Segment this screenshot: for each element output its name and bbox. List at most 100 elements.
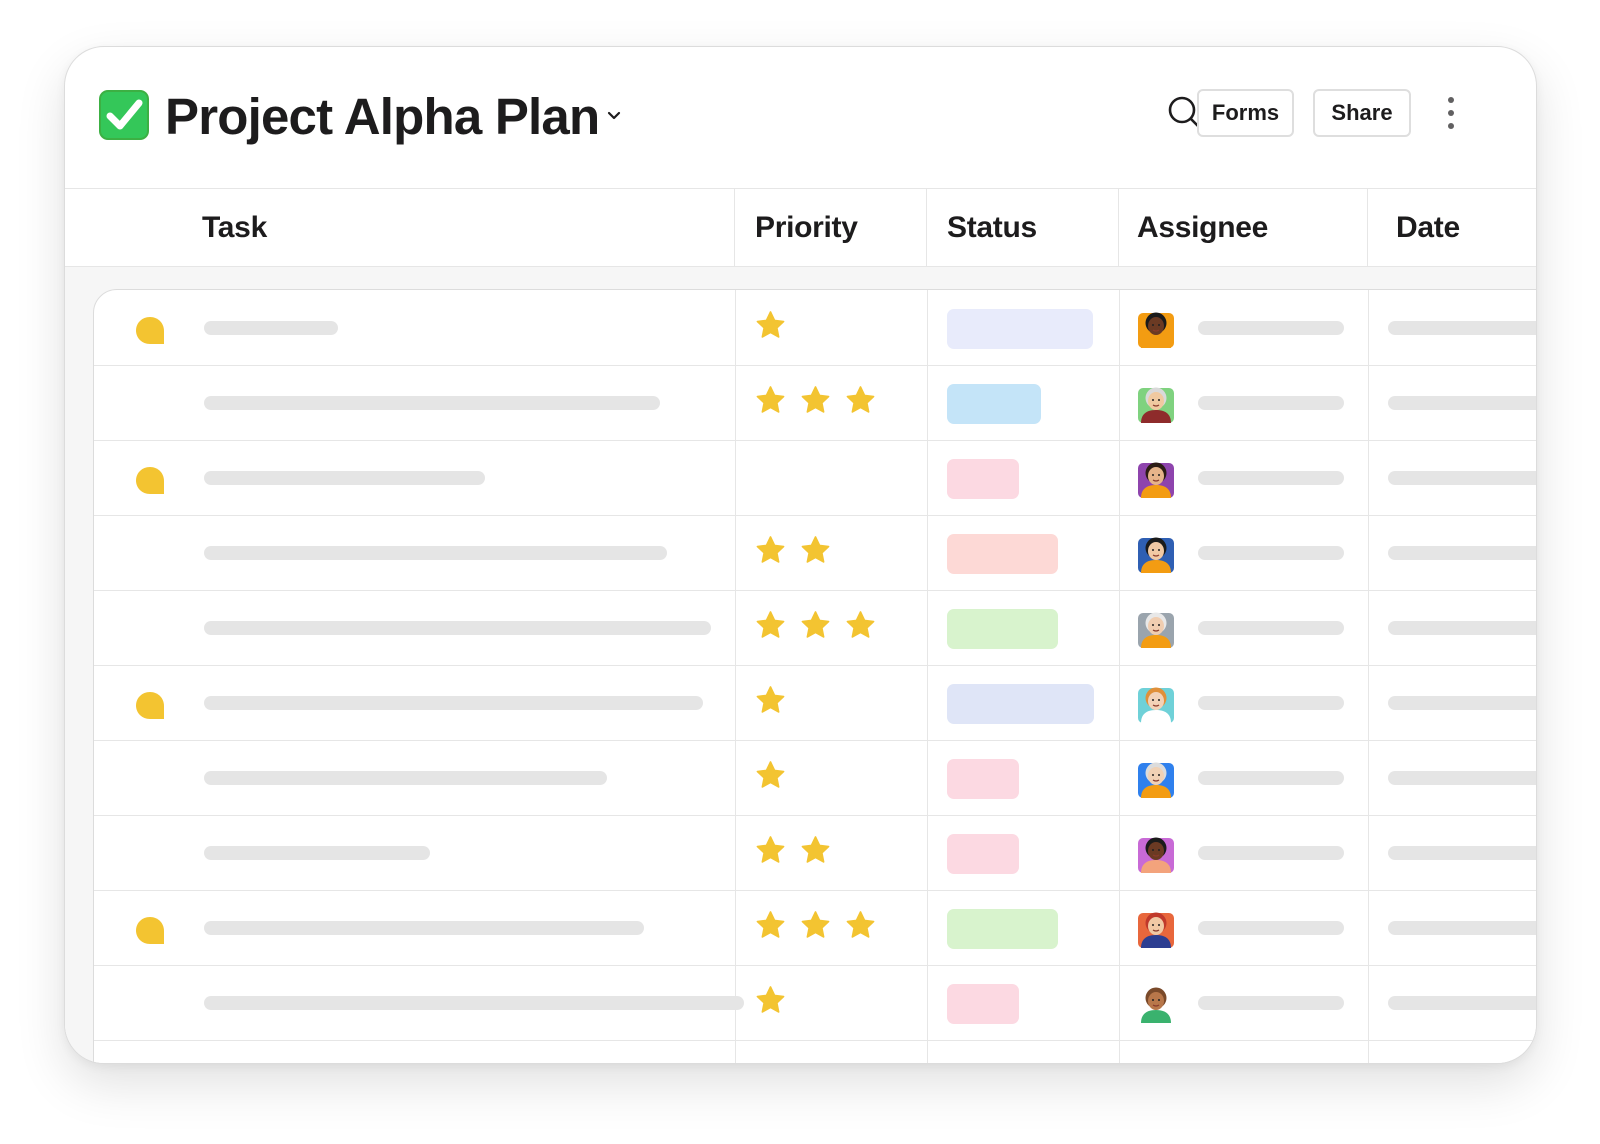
table-row[interactable] xyxy=(94,365,1536,441)
avatar[interactable] xyxy=(1137,383,1175,423)
status-pill[interactable] xyxy=(947,684,1094,724)
task-name-placeholder[interactable] xyxy=(204,696,703,710)
assignee-name-placeholder xyxy=(1198,621,1344,635)
priority-stars[interactable] xyxy=(754,909,877,945)
avatar[interactable] xyxy=(1137,533,1175,573)
status-pill[interactable] xyxy=(947,834,1019,874)
status-pill[interactable] xyxy=(947,309,1093,349)
star-icon[interactable] xyxy=(799,534,832,567)
task-name-placeholder[interactable] xyxy=(204,771,607,785)
table-row[interactable] xyxy=(94,965,1536,1041)
column-header-status[interactable]: Status xyxy=(947,211,1037,245)
column-divider[interactable] xyxy=(734,189,735,266)
comment-bubble-icon[interactable] xyxy=(134,465,166,497)
chevron-down-icon[interactable] xyxy=(606,109,622,121)
task-name-placeholder[interactable] xyxy=(204,321,338,335)
avatar[interactable] xyxy=(1137,908,1175,948)
date-placeholder[interactable] xyxy=(1388,996,1536,1010)
priority-stars[interactable] xyxy=(754,834,832,870)
status-pill[interactable] xyxy=(947,609,1058,649)
priority-stars[interactable] xyxy=(754,984,787,1020)
task-name-placeholder[interactable] xyxy=(204,921,644,935)
table-row[interactable] xyxy=(94,890,1536,966)
status-pill[interactable] xyxy=(947,759,1019,799)
date-placeholder[interactable] xyxy=(1388,396,1536,410)
star-icon[interactable] xyxy=(754,534,787,567)
priority-stars[interactable] xyxy=(754,384,877,420)
avatar[interactable] xyxy=(1137,308,1175,348)
priority-stars[interactable] xyxy=(754,684,787,720)
header: Project Alpha Plan Forms Share xyxy=(65,47,1536,192)
star-icon[interactable] xyxy=(754,609,787,642)
avatar[interactable] xyxy=(1137,833,1175,873)
star-icon[interactable] xyxy=(799,609,832,642)
table-row[interactable] xyxy=(94,815,1536,891)
table-row[interactable] xyxy=(94,665,1536,741)
table-row[interactable] xyxy=(94,440,1536,516)
task-name-placeholder[interactable] xyxy=(204,396,660,410)
date-placeholder[interactable] xyxy=(1388,696,1536,710)
status-pill[interactable] xyxy=(947,534,1058,574)
column-divider[interactable] xyxy=(1118,189,1119,266)
task-name-placeholder[interactable] xyxy=(204,471,485,485)
star-icon[interactable] xyxy=(799,909,832,942)
avatar[interactable] xyxy=(1137,983,1175,1023)
star-icon[interactable] xyxy=(754,759,787,792)
task-name-placeholder[interactable] xyxy=(204,846,430,860)
priority-stars[interactable] xyxy=(754,534,832,570)
table-row[interactable] xyxy=(94,740,1536,816)
date-placeholder[interactable] xyxy=(1388,621,1536,635)
avatar[interactable] xyxy=(1137,458,1175,498)
assignee-name-placeholder xyxy=(1198,921,1344,935)
task-name-placeholder[interactable] xyxy=(204,996,744,1010)
star-icon[interactable] xyxy=(754,984,787,1017)
status-pill[interactable] xyxy=(947,984,1019,1024)
task-name-placeholder[interactable] xyxy=(204,621,711,635)
star-icon[interactable] xyxy=(754,909,787,942)
star-icon[interactable] xyxy=(754,384,787,417)
more-vertical-icon[interactable] xyxy=(1443,93,1459,133)
priority-stars[interactable] xyxy=(754,309,787,345)
avatar[interactable] xyxy=(1137,608,1175,648)
assignee-name-placeholder xyxy=(1198,771,1344,785)
page-title[interactable]: Project Alpha Plan xyxy=(165,87,600,146)
column-divider[interactable] xyxy=(926,189,927,266)
forms-button[interactable]: Forms xyxy=(1197,89,1294,137)
table-row[interactable] xyxy=(94,590,1536,666)
comment-bubble-icon[interactable] xyxy=(134,690,166,722)
share-button[interactable]: Share xyxy=(1313,89,1411,137)
star-icon[interactable] xyxy=(844,909,877,942)
avatar[interactable] xyxy=(1137,758,1175,798)
status-pill[interactable] xyxy=(947,384,1041,424)
date-placeholder[interactable] xyxy=(1388,321,1536,335)
priority-stars[interactable] xyxy=(754,609,877,645)
comment-bubble-icon[interactable] xyxy=(134,915,166,947)
star-icon[interactable] xyxy=(799,384,832,417)
star-icon[interactable] xyxy=(844,609,877,642)
star-icon[interactable] xyxy=(754,684,787,717)
assignee-name-placeholder xyxy=(1198,996,1344,1010)
avatar[interactable] xyxy=(1137,683,1175,723)
date-placeholder[interactable] xyxy=(1388,771,1536,785)
column-header-priority[interactable]: Priority xyxy=(755,211,858,245)
star-icon[interactable] xyxy=(799,834,832,867)
star-icon[interactable] xyxy=(754,309,787,342)
comment-bubble-icon[interactable] xyxy=(134,315,166,347)
date-placeholder[interactable] xyxy=(1388,921,1536,935)
date-placeholder[interactable] xyxy=(1388,471,1536,485)
date-placeholder[interactable] xyxy=(1388,546,1536,560)
column-divider[interactable] xyxy=(1367,189,1368,266)
star-icon[interactable] xyxy=(754,834,787,867)
status-pill[interactable] xyxy=(947,909,1058,949)
table-row[interactable] xyxy=(94,515,1536,591)
column-header-date[interactable]: Date xyxy=(1396,211,1460,245)
column-header-task[interactable]: Task xyxy=(202,211,267,245)
status-pill[interactable] xyxy=(947,459,1019,499)
date-placeholder[interactable] xyxy=(1388,846,1536,860)
star-icon[interactable] xyxy=(844,384,877,417)
task-name-placeholder[interactable] xyxy=(204,546,667,560)
table-row[interactable] xyxy=(94,290,1536,366)
priority-stars[interactable] xyxy=(754,759,787,795)
column-header-assignee[interactable]: Assignee xyxy=(1137,211,1268,245)
assignee-name-placeholder xyxy=(1198,471,1344,485)
